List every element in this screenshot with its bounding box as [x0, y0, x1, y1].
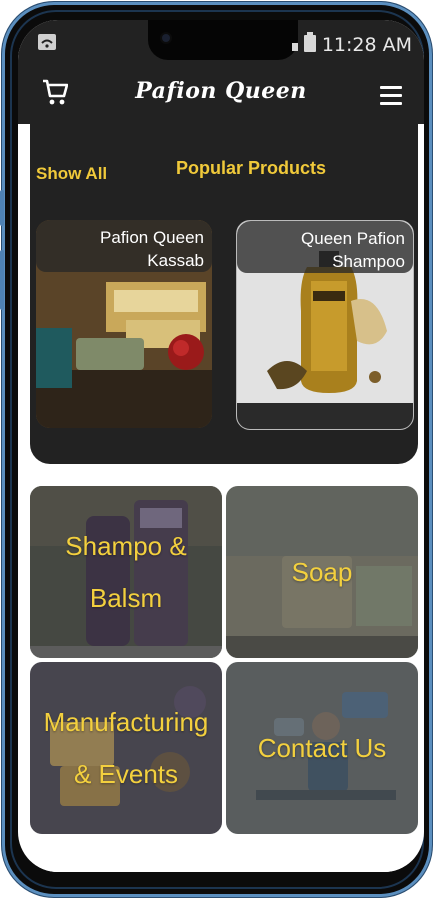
category-tile-soap[interactable]: Soap [226, 486, 418, 658]
product-card[interactable]: Pafion Queen Kassab [36, 220, 212, 428]
front-camera [162, 34, 170, 42]
category-tile-manufacturing[interactable]: Manufacturing & Events [30, 662, 222, 834]
product-label: Queen Pafion Shampoo [237, 221, 413, 273]
status-bar: 11:28 AM [18, 20, 424, 64]
signal-icon [291, 34, 298, 56]
side-button [0, 250, 4, 310]
status-right: 11:28 AM [291, 32, 412, 57]
product-name-line1: Queen Pafion [301, 229, 405, 248]
product-name-line2: Kassab [147, 251, 204, 270]
popular-products-section: Show All Popular Products Pafion Queen K… [30, 124, 418, 464]
category-tile-shampoo[interactable]: Shampo & Balsm [30, 486, 222, 658]
screen: 11:28 AM Pafion Queen Show All Popular P… [18, 20, 424, 872]
brand-logo[interactable]: Pafion Queen [18, 78, 424, 104]
app-bar: Pafion Queen [18, 64, 424, 124]
bottom-bar [18, 858, 424, 872]
category-tile-contact[interactable]: Contact Us [226, 662, 418, 834]
product-name-line2: Shampoo [332, 252, 405, 271]
notch [148, 20, 298, 60]
category-label: Soap [291, 557, 353, 587]
category-label: Contact Us [257, 733, 387, 763]
show-all-link[interactable]: Show All [36, 164, 107, 184]
product-label: Pafion Queen Kassab [36, 220, 212, 272]
category-label: Manufacturing & Events [43, 707, 209, 789]
hamburger-menu-icon[interactable] [380, 86, 402, 110]
wifi-icon [38, 34, 56, 54]
section-title: Popular Products [176, 158, 327, 178]
category-label: Shampo & Balsm [65, 531, 187, 613]
product-name-line1: Pafion Queen [100, 228, 204, 247]
side-button [0, 190, 4, 226]
product-card[interactable]: Queen Pafion Shampoo [236, 220, 414, 430]
status-time: 11:28 AM [321, 33, 412, 56]
battery-icon [303, 32, 316, 57]
